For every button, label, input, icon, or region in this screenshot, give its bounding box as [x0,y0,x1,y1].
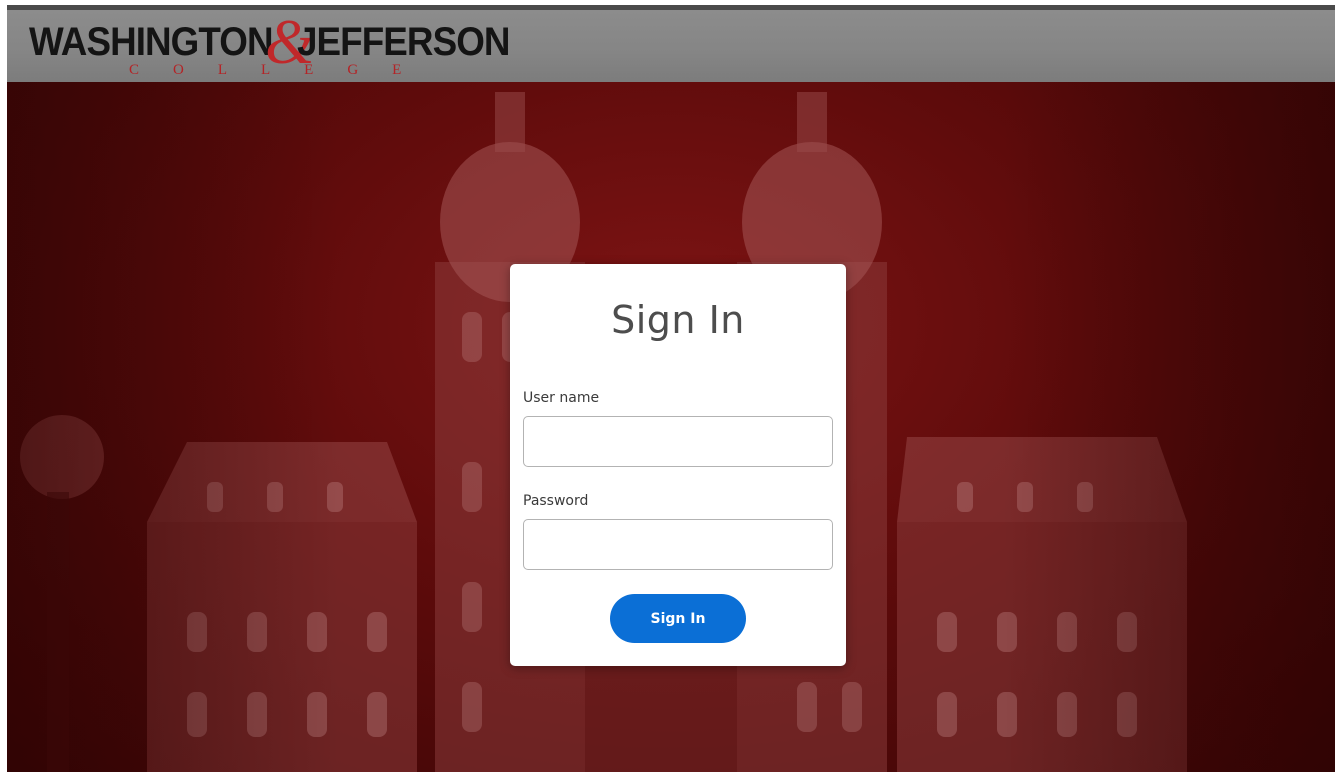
password-input[interactable] [523,519,833,570]
sign-in-title: Sign In [611,298,745,342]
username-input[interactable] [523,416,833,467]
logo-subtitle: COLLEGE [129,62,436,78]
logo-word-jefferson: JEFFERSON [297,20,510,64]
campus-background-image: Sign In User name Password Sign In [7,82,1335,772]
college-logo[interactable]: WASHINGTON & JEFFERSON COLLEGE [25,10,515,82]
logo-word-washington: WASHINGTON [29,20,274,64]
sign-in-card: Sign In User name Password Sign In [510,264,846,666]
username-label: User name [523,390,600,406]
login-page: WASHINGTON & JEFFERSON COLLEGE Sign In U… [7,5,1335,772]
password-label: Password [523,493,589,509]
site-header: WASHINGTON & JEFFERSON COLLEGE [7,5,1335,82]
browser-frame: WASHINGTON & JEFFERSON COLLEGE Sign In U… [0,0,1335,772]
sign-in-button[interactable]: Sign In [610,594,746,643]
